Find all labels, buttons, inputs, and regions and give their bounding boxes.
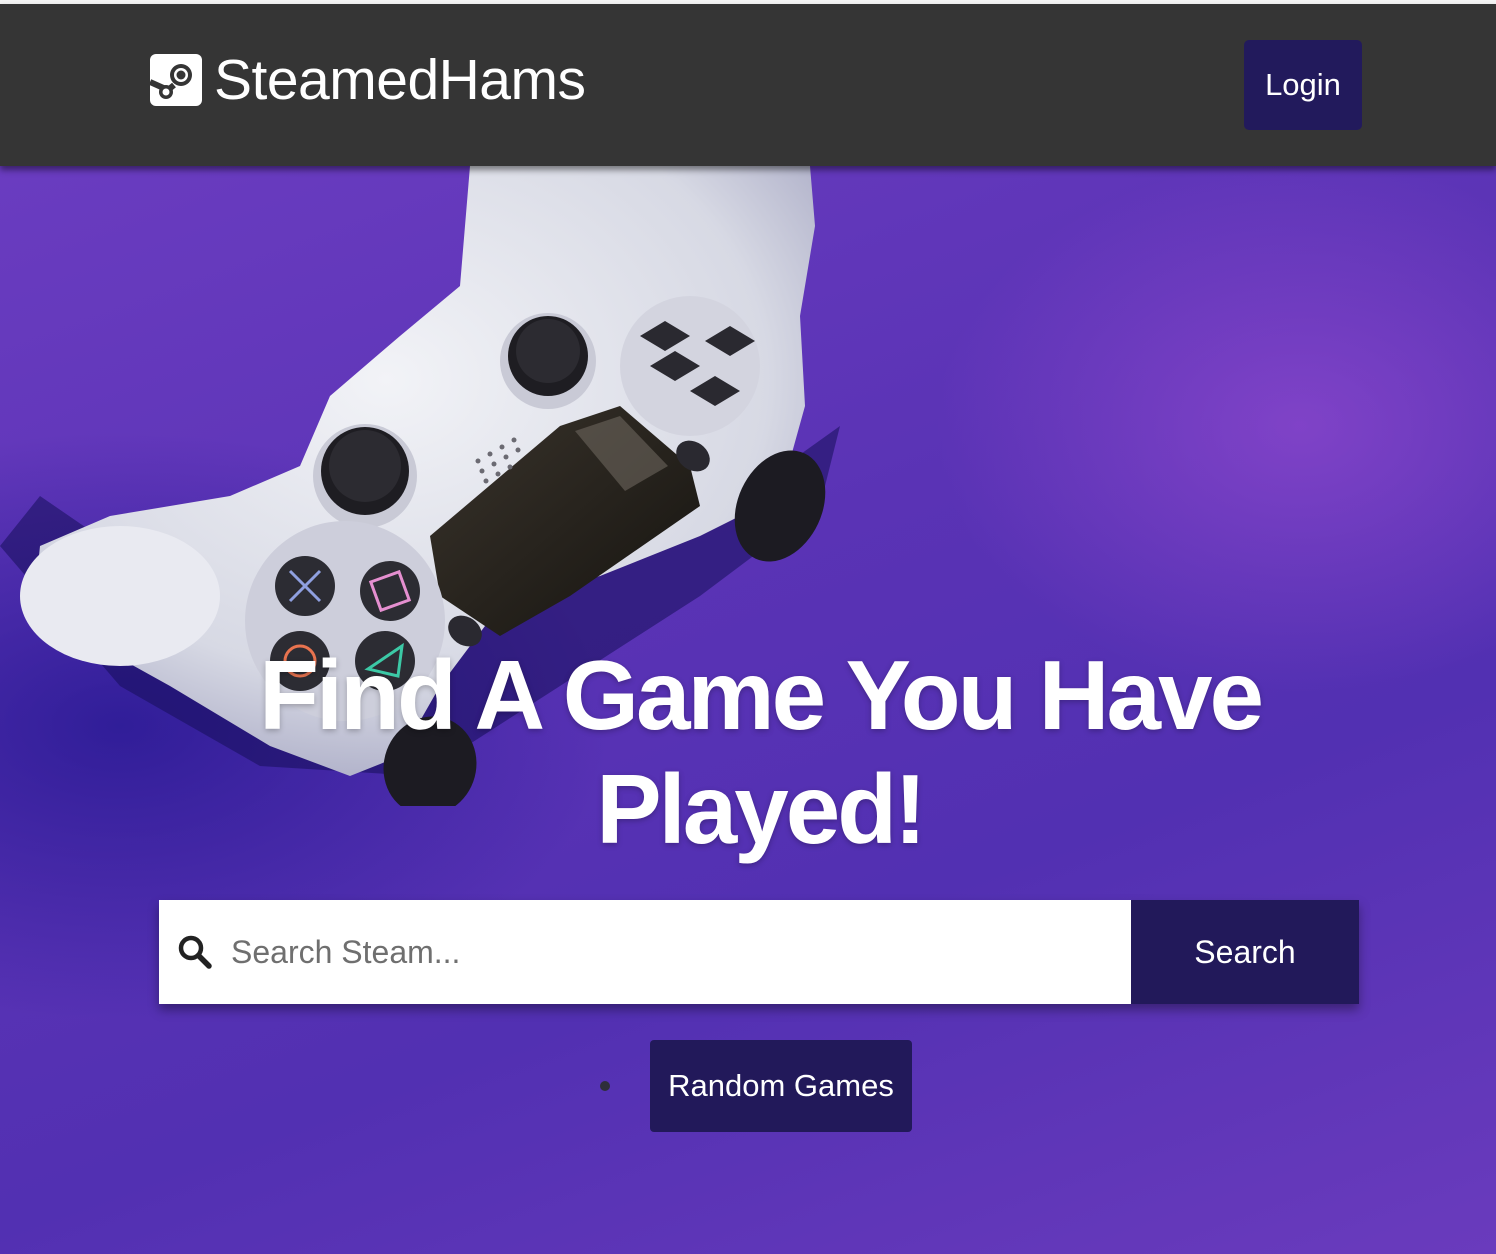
random-games-item: Random Games [600, 1040, 912, 1132]
search-bar: Search [159, 900, 1359, 1004]
random-games-button[interactable]: Random Games [650, 1040, 912, 1132]
steam-logo-icon [150, 54, 202, 106]
brand-name: SteamedHams [214, 48, 586, 112]
search-field [159, 900, 1131, 1004]
login-button[interactable]: Login [1244, 40, 1362, 130]
search-input[interactable] [231, 900, 1131, 1004]
hero-headline: Find A Game You Have Played! [259, 640, 1264, 864]
navbar: SteamedHams Login [0, 4, 1496, 166]
search-button[interactable]: Search [1131, 900, 1359, 1004]
search-icon [159, 900, 231, 1004]
brand-link[interactable]: SteamedHams [150, 48, 586, 112]
list-bullet [600, 1081, 610, 1091]
hero-section: Find A Game You Have Played! Search Rand… [0, 166, 1496, 1254]
